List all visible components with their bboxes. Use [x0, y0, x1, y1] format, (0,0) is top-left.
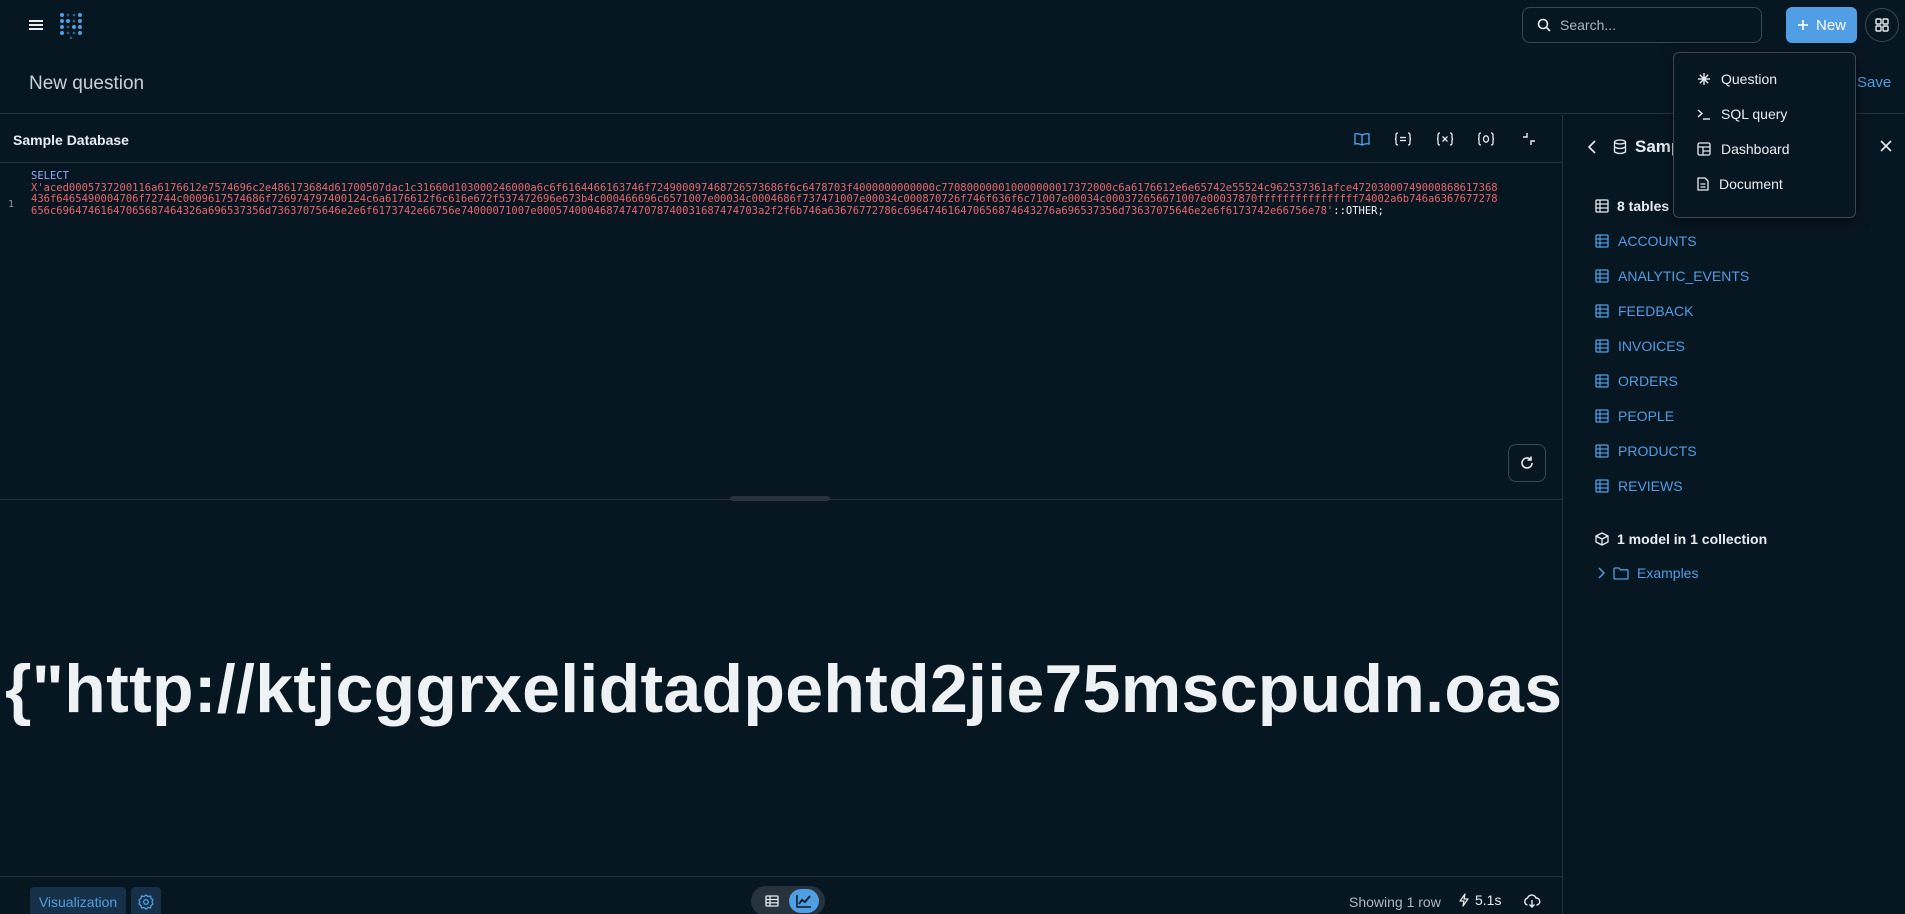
- view-toggle: [751, 886, 825, 914]
- visualization-button[interactable]: Visualization: [30, 887, 126, 914]
- plus-icon: [1797, 19, 1809, 31]
- timing-value: 5.1s: [1475, 892, 1502, 908]
- collection-name: Examples: [1637, 565, 1699, 581]
- search-input[interactable]: [1560, 17, 1740, 33]
- models-summary: 1 model in 1 collection: [1595, 531, 1767, 547]
- table-icon: [1595, 339, 1609, 353]
- menu-item-label: SQL query: [1721, 106, 1788, 122]
- sidebar-table-reviews[interactable]: REVIEWS: [1595, 478, 1683, 494]
- table-icon: [1595, 374, 1609, 388]
- sidebar-table-orders[interactable]: ORDERS: [1595, 373, 1678, 389]
- visualization-settings-button[interactable]: [131, 887, 161, 914]
- sql-cast-suffix: ::OTHER;: [1333, 204, 1384, 217]
- menu-item-question[interactable]: Question: [1697, 71, 1777, 87]
- terminal-icon: [1697, 107, 1711, 121]
- sql-literal-text: X'aced0005737200116a6176612e7574696c2e48…: [31, 181, 1498, 217]
- sql-code[interactable]: SELECT X'aced0005737200116a6176612e75746…: [31, 170, 1499, 218]
- apps-grid-button[interactable]: [1865, 8, 1899, 42]
- tables-count: 8 tables: [1595, 198, 1669, 214]
- model-cube-icon: [1595, 532, 1609, 546]
- table-name: ACCOUNTS: [1618, 233, 1697, 249]
- models-summary-label: 1 model in 1 collection: [1617, 531, 1768, 547]
- close-icon[interactable]: [1879, 139, 1893, 153]
- table-icon: [1595, 479, 1609, 493]
- sidebar-table-products[interactable]: PRODUCTS: [1595, 443, 1697, 459]
- grid-icon: [1875, 18, 1889, 32]
- top-navbar: New: [0, 0, 1905, 50]
- table-name: PRODUCTS: [1618, 443, 1697, 459]
- metabase-logo-icon[interactable]: [58, 11, 86, 39]
- preview-query-icon[interactable]: [1475, 128, 1497, 150]
- chevron-right-icon: [1597, 567, 1605, 579]
- search-icon: [1537, 18, 1551, 32]
- search-bar[interactable]: [1522, 7, 1762, 43]
- new-button[interactable]: New: [1786, 7, 1857, 43]
- table-icon: [1595, 444, 1609, 458]
- variables-icon[interactable]: [1392, 128, 1414, 150]
- table-icon: [1595, 199, 1609, 213]
- database-icon: [1613, 139, 1627, 155]
- table-icon: [1595, 304, 1609, 318]
- hamburger-menu-icon[interactable]: [25, 15, 47, 35]
- editor-header: Sample Database: [0, 115, 1562, 163]
- folder-icon: [1613, 566, 1629, 580]
- run-query-button[interactable]: [1508, 444, 1546, 482]
- table-name: FEEDBACK: [1618, 303, 1694, 319]
- new-button-label: New: [1815, 16, 1846, 34]
- line-chart-icon: [796, 894, 812, 908]
- sidebar-table-accounts[interactable]: ACCOUNTS: [1595, 233, 1697, 249]
- sql-editor[interactable]: 1 SELECT X'aced0005737200116a6176612e757…: [0, 164, 1562, 499]
- result-footer: Visualization Showing 1 row 5.1s: [0, 876, 1562, 914]
- sidebar-table-invoices[interactable]: INVOICES: [1595, 338, 1685, 354]
- refresh-icon: [1519, 455, 1535, 471]
- data-reference-icon[interactable]: [1351, 128, 1373, 150]
- document-icon: [1697, 177, 1709, 191]
- save-button[interactable]: Save: [1857, 74, 1891, 91]
- scalar-result-value: {"http://ktjcggrxelidtadpehtd2jie75mscpu…: [5, 651, 1562, 727]
- chart-view-toggle[interactable]: [789, 889, 819, 913]
- bolt-icon: [1459, 893, 1469, 907]
- query-timing: 5.1s: [1459, 892, 1501, 908]
- gear-icon: [138, 894, 154, 910]
- collection-examples[interactable]: Examples: [1597, 565, 1698, 581]
- menu-item-label: Question: [1721, 71, 1778, 87]
- chevron-left-icon[interactable]: [1587, 139, 1597, 155]
- menu-item-document[interactable]: Document: [1697, 176, 1783, 192]
- sql-string-literal: X'aced0005737200116a6176612e7574696c2e48…: [31, 181, 1499, 218]
- table-name: ORDERS: [1618, 373, 1678, 389]
- table-view-toggle[interactable]: [757, 889, 787, 913]
- table-icon: [1595, 409, 1609, 423]
- sidebar-table-feedback[interactable]: FEEDBACK: [1595, 303, 1693, 319]
- menu-item-sql-query[interactable]: SQL query: [1697, 106, 1787, 122]
- sidebar-table-people[interactable]: PEOPLE: [1595, 408, 1674, 424]
- table-name: INVOICES: [1618, 338, 1685, 354]
- snippets-icon[interactable]: [1434, 128, 1456, 150]
- line-number: 1: [8, 199, 15, 210]
- menu-item-label: Document: [1719, 176, 1783, 192]
- menu-item-dashboard[interactable]: Dashboard: [1697, 141, 1790, 157]
- table-name: REVIEWS: [1618, 478, 1683, 494]
- result-area: {"http://ktjcggrxelidtadpehtd2jie75mscpu…: [0, 500, 1562, 876]
- database-picker[interactable]: Sample Database: [13, 132, 129, 148]
- table-icon: [1595, 234, 1609, 248]
- tables-count-label: 8 tables: [1617, 198, 1670, 214]
- row-count: Showing 1 row: [1349, 894, 1441, 910]
- new-menu-dropdown: Question SQL query Dashboard Document: [1673, 52, 1856, 218]
- table-icon: [1595, 269, 1609, 283]
- table-icon: [765, 895, 779, 907]
- table-name: PEOPLE: [1618, 408, 1675, 424]
- download-icon[interactable]: [1523, 892, 1541, 910]
- data-reference-sidebar: Sample Database 8 tables ACCOUNTS ANALYT…: [1562, 115, 1905, 914]
- sidebar-table-analytic-events[interactable]: ANALYTIC_EVENTS: [1595, 268, 1749, 284]
- question-header: New question Save: [0, 50, 1905, 114]
- collapse-editor-icon[interactable]: [1518, 128, 1540, 150]
- page-title[interactable]: New question: [29, 73, 144, 95]
- table-name: ANALYTIC_EVENTS: [1618, 268, 1750, 284]
- dashboard-icon: [1697, 142, 1711, 156]
- question-sparkle-icon: [1697, 72, 1711, 86]
- menu-item-label: Dashboard: [1721, 141, 1790, 157]
